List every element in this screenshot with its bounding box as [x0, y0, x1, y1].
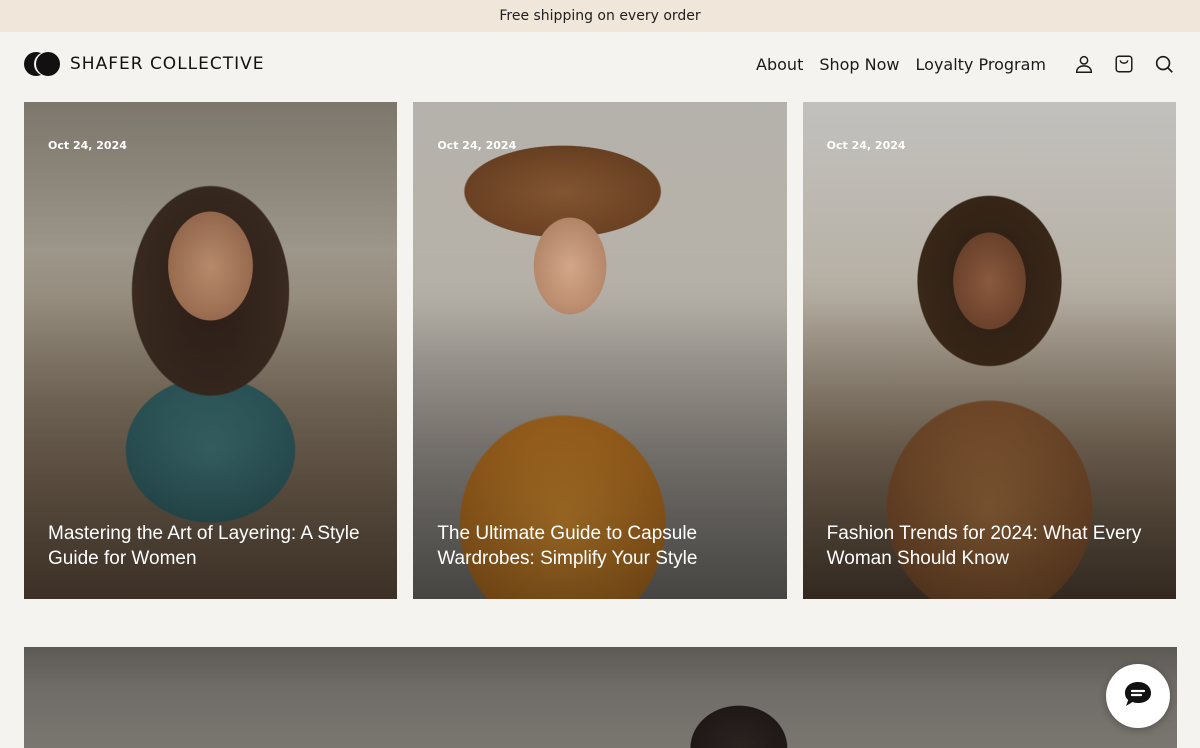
chat-button[interactable] — [1106, 664, 1170, 728]
logo[interactable]: SHAFER COLLECTIVE — [24, 52, 265, 76]
logo-mark-icon — [24, 52, 60, 76]
search-icon[interactable] — [1152, 52, 1176, 76]
nav-loyalty-program[interactable]: Loyalty Program — [916, 55, 1046, 74]
announcement-text: Free shipping on every order — [499, 8, 701, 24]
nav-about[interactable]: About — [756, 55, 803, 74]
blog-card-date: Oct 24, 2024 — [826, 139, 906, 152]
blog-card-title[interactable]: Mastering the Art of Layering: A Style G… — [48, 521, 367, 571]
header-icons — [1072, 52, 1176, 76]
blog-card-date: Oct 24, 2024 — [48, 139, 127, 152]
chat-icon — [1123, 680, 1153, 712]
featured-banner-image[interactable] — [24, 647, 1177, 748]
nav-shop-now[interactable]: Shop Now — [819, 55, 899, 74]
account-icon[interactable] — [1072, 52, 1096, 76]
blog-card[interactable]: Oct 24, 2024 The Ultimate Guide to Capsu… — [413, 102, 787, 599]
blog-card-title[interactable]: Fashion Trends for 2024: What Every Woma… — [827, 521, 1146, 571]
brand-name: SHAFER COLLECTIVE — [70, 54, 265, 74]
blog-card-title[interactable]: The Ultimate Guide to Capsule Wardrobes:… — [437, 521, 756, 571]
announcement-bar: Free shipping on every order — [0, 0, 1200, 32]
site-header: SHAFER COLLECTIVE About Shop Now Loyalty… — [0, 32, 1200, 96]
cart-icon[interactable] — [1112, 52, 1136, 76]
blog-card[interactable]: Oct 24, 2024 Fashion Trends for 2024: Wh… — [802, 102, 1176, 599]
blog-card-list: Oct 24, 2024 Mastering the Art of Layeri… — [24, 102, 1176, 599]
blog-card-date: Oct 24, 2024 — [437, 139, 517, 152]
main-nav: About Shop Now Loyalty Program — [756, 52, 1176, 76]
blog-card[interactable]: Oct 24, 2024 Mastering the Art of Layeri… — [24, 102, 398, 599]
